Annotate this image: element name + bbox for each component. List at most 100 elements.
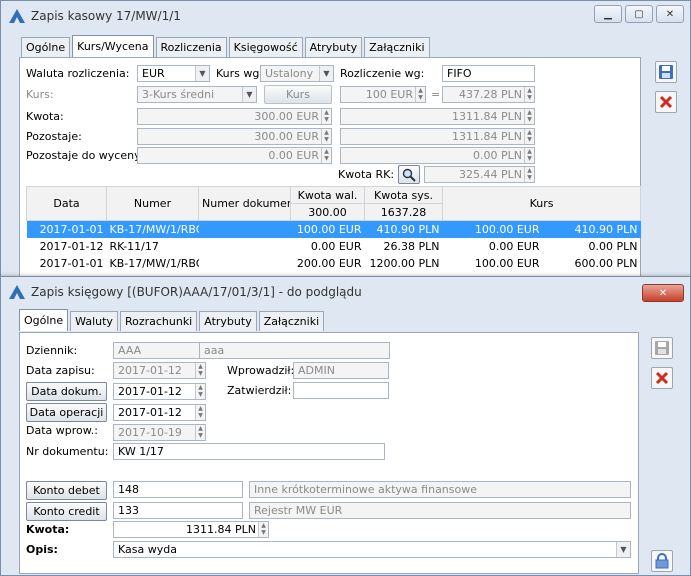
rozliczenie-label: Rozliczenie wg: — [340, 67, 425, 80]
row-numer: KB-17/MW/1/RBO/ — [106, 220, 199, 238]
pozostaje-wyceny-pln-field[interactable]: 0.00 PLN ▲ ▼ — [340, 147, 535, 164]
kwota-field[interactable]: 1311.84 PLN ▲ ▼ — [113, 521, 269, 538]
app-logo-icon — [9, 285, 25, 299]
cancel-button[interactable] — [655, 91, 677, 113]
data-wprow-label: Data wprow.: — [26, 424, 98, 437]
spinner-icon: ▲ ▼ — [321, 129, 331, 144]
dziennik-code-field[interactable]: AAA — [113, 342, 213, 359]
spinner-icon: ▲ ▼ — [195, 425, 205, 440]
row-kwota-wal: 0.00 EUR — [310, 239, 362, 253]
kwota-label: Kwota: — [26, 523, 70, 536]
row-dokument — [199, 255, 291, 272]
tab-zalaczniki[interactable]: Załączniki — [364, 37, 430, 57]
kwota-rk-field[interactable]: 325.44 PLN ▲ ▼ — [424, 166, 535, 183]
data-operacji-value: 2017-01-12 — [118, 406, 182, 419]
settlements-table: Data Numer Numer dokumentu Kwota wal. Kw… — [26, 186, 642, 272]
row-kwota-wal: 100.00 EUR — [290, 220, 365, 238]
kwota-eur-field[interactable]: 300.00 EUR ▲ ▼ — [137, 108, 332, 125]
pozostaje-wyceny-label: Pozostaje do wyceny: — [26, 149, 144, 162]
kwota-eur-value: 300.00 EUR — [254, 110, 319, 123]
opis-value: Kasa wyda — [118, 543, 177, 556]
kwota-pln-field[interactable]: 1311.84 PLN ▲ ▼ — [340, 108, 535, 125]
spinner-icon: ▲ ▼ — [195, 405, 205, 420]
row-dokument — [198, 220, 291, 238]
maximize-button[interactable]: ▢ — [625, 5, 653, 23]
data-operacji-field[interactable]: 2017-01-12 ▲ ▼ — [113, 404, 206, 421]
save-icon — [659, 65, 673, 79]
close-button[interactable]: ✕ — [642, 284, 684, 302]
tab-rozliczenia[interactable]: Rozliczenia — [155, 37, 227, 57]
konto-debet-button[interactable]: Konto debet — [26, 481, 107, 500]
general-panel: Dziennik: AAA aaa Data zapisu: 2017-01-1… — [19, 332, 639, 574]
col-numer[interactable]: Numer — [106, 186, 199, 221]
kwota-rk-label: Kwota RK: — [338, 168, 395, 181]
row-kurs-wal: 100.00 EUR — [474, 256, 540, 270]
tab-kurs-wycena[interactable]: Kurs/Wycena — [72, 35, 154, 57]
data-wprow-field[interactable]: 2017-10-19 ▲ ▼ — [113, 424, 206, 441]
tab-ksiegowosc[interactable]: Księgowość — [228, 37, 303, 57]
row-kwota-sys: 26.38 PLN — [383, 239, 440, 253]
pozostaje-eur-field[interactable]: 300.00 EUR ▲ ▼ — [137, 128, 332, 145]
pozostaje-pln-value: 1311.84 PLN — [452, 130, 522, 143]
kurs-eur-field[interactable]: 100 EUR ▲ ▼ — [340, 86, 426, 103]
data-operacji-button[interactable]: Data operacji — [26, 403, 107, 422]
col-data[interactable]: Data — [26, 186, 107, 221]
konto-credit-button[interactable]: Konto credit — [26, 502, 107, 521]
spinner-icon: ▲ ▼ — [524, 87, 534, 102]
zatwierdzil-field[interactable] — [293, 382, 389, 399]
tab-atrybuty[interactable]: Atrybuty — [199, 311, 257, 331]
lock-button[interactable] — [651, 550, 673, 572]
kurs-button[interactable]: Kurs — [264, 85, 332, 104]
konto-debet-field[interactable]: 148 — [113, 481, 243, 498]
pozostaje-wyceny-eur-field[interactable]: 0.00 EUR ▲ ▼ — [137, 147, 332, 164]
wprowadzil-field[interactable]: ADMIN — [293, 362, 389, 379]
col-numer-dokumentu[interactable]: Numer dokumentu — [198, 186, 291, 221]
pozostaje-label: Pozostaje: — [26, 130, 82, 143]
data-dokum-field[interactable]: 2017-01-12 ▲ ▼ — [113, 383, 206, 400]
opis-select[interactable]: Kasa wyda ▼ — [113, 541, 631, 558]
row-kurs-sys: 0.00 PLN — [588, 239, 638, 253]
chevron-down-icon: ▼ — [195, 66, 209, 81]
table-header-row: Data Numer Numer dokumentu Kwota wal. Kw… — [26, 186, 642, 221]
cash-record-window: Zapis kasowy 17/MW/1/1 ▁ ▢ ✕ Ogólne Kurs… — [0, 0, 691, 290]
tab-waluty[interactable]: Waluty — [70, 311, 118, 331]
col-kwota-wal[interactable]: Kwota wal. — [290, 186, 365, 204]
close-button[interactable]: ✕ — [656, 5, 684, 23]
waluta-select[interactable]: EUR ▼ — [137, 65, 210, 82]
kurs-wg-select[interactable]: Ustalony ▼ — [260, 65, 334, 82]
col-kurs[interactable]: Kurs — [441, 186, 642, 221]
chevron-down-icon: ▼ — [616, 542, 630, 557]
kurs-pln-field[interactable]: 437.28 PLN ▲ ▼ — [442, 86, 535, 103]
data-zapisu-value: 2017-01-12 — [118, 364, 182, 377]
col-kwota-sys[interactable]: Kwota sys. — [364, 186, 443, 204]
data-dokum-button[interactable]: Data dokum. — [26, 382, 107, 401]
kwota-value: 1311.84 PLN — [186, 523, 256, 536]
spinner-icon: ▲ ▼ — [524, 129, 534, 144]
rozliczenie-field[interactable]: FIFO — [442, 65, 535, 82]
pozostaje-pln-field[interactable]: 1311.84 PLN ▲ ▼ — [340, 128, 535, 145]
dziennik-name-field[interactable]: aaa — [199, 342, 390, 359]
table-row[interactable]: 2017-01-01 KB-17/MW/1/RBO/ 100.00 EUR 41… — [26, 220, 641, 238]
tab-ogolne[interactable]: Ogólne — [21, 37, 71, 57]
cancel-button[interactable] — [651, 367, 673, 389]
data-zapisu-field[interactable]: 2017-01-12 ▲ ▼ — [113, 362, 206, 379]
tab-zalaczniki[interactable]: Załączniki — [258, 311, 325, 331]
kurs-type-select[interactable]: 3-Kurs średni ▼ — [137, 86, 257, 103]
opis-label: Opis: — [26, 543, 58, 556]
tab-rozrachunki[interactable]: Rozrachunki — [119, 311, 198, 331]
nr-dokumentu-field[interactable]: KW 1/17 — [113, 443, 385, 460]
tab-ogolne[interactable]: Ogólne — [19, 309, 69, 331]
search-button[interactable] — [398, 165, 420, 184]
table-row[interactable]: 2017-01-01 KB-17/MW/1/RBO/ 200.00 EUR 12… — [27, 255, 641, 272]
kurs-pln-value: 437.28 PLN — [459, 88, 522, 101]
spinner-icon: ▲ ▼ — [321, 109, 331, 124]
tab-atrybuty[interactable]: Atrybuty — [304, 37, 363, 57]
konto-credit-field[interactable]: 133 — [113, 502, 243, 519]
save-button[interactable] — [655, 61, 677, 83]
minimize-button[interactable]: ▁ — [594, 5, 622, 23]
pozostaje-wyceny-pln-value: 0.00 PLN — [473, 149, 522, 162]
close-icon — [655, 371, 669, 385]
save-button[interactable] — [651, 337, 673, 359]
table-row[interactable]: 2017-01-12 RK-11/17 0.00 EUR 26.38 PLN 0… — [27, 238, 641, 255]
kwota-pln-value: 1311.84 PLN — [452, 110, 522, 123]
